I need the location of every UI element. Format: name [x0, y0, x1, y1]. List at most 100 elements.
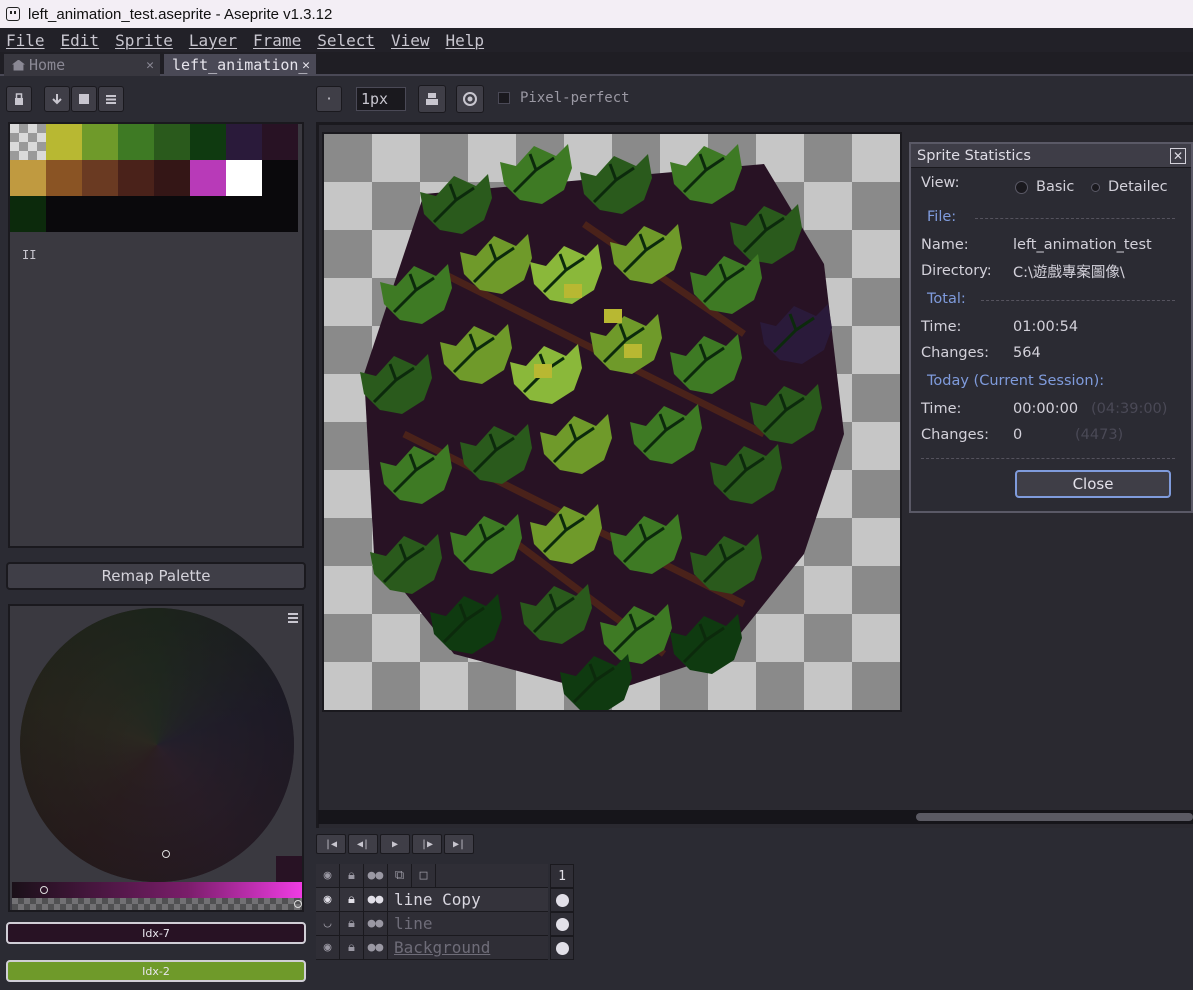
layer-name[interactable]: line Copy	[388, 890, 481, 909]
dialog-close-icon[interactable]: ✕	[1170, 148, 1186, 164]
tab-home[interactable]: Home ✕	[4, 54, 160, 76]
palette-sort-button[interactable]	[44, 86, 70, 112]
view-label: View:	[921, 175, 960, 191]
symmetry-button[interactable]	[456, 85, 484, 113]
palette-swatch[interactable]	[118, 160, 154, 196]
alpha-strip[interactable]	[12, 882, 302, 898]
layer-name[interactable]: line	[388, 914, 433, 933]
palette-swatch[interactable]	[46, 160, 82, 196]
palette-swatch[interactable]	[226, 124, 262, 160]
palette-swatch[interactable]	[154, 124, 190, 160]
layer-row[interactable]: ◉ 🔒︎ ●● line Copy	[316, 887, 548, 912]
tab-file-close-icon[interactable]: ✕	[302, 58, 310, 73]
sprite-statistics-dialog: Sprite Statistics ✕ View: Basic Detailec…	[909, 142, 1193, 513]
palette-swatch[interactable]	[262, 124, 298, 160]
palette-swatch[interactable]	[190, 124, 226, 160]
brush-type-button[interactable]: ·	[316, 86, 342, 112]
lock-header-icon[interactable]: 🔒︎	[340, 863, 364, 888]
color-wheel-corner-swatch[interactable]	[276, 856, 302, 882]
cel[interactable]	[550, 888, 574, 912]
eye-icon[interactable]: ◉	[316, 887, 340, 912]
checker-cell	[852, 470, 900, 518]
dialog-titlebar: Sprite Statistics ✕	[911, 144, 1191, 168]
cel[interactable]	[550, 936, 574, 960]
layer-row[interactable]: ◉ 🔒︎ ●● Background	[316, 935, 548, 960]
menu-help[interactable]: Help	[446, 31, 485, 50]
view-basic-option[interactable]: Basic	[1015, 176, 1074, 198]
checker-cell	[324, 278, 372, 326]
palette-swatch[interactable]	[82, 124, 118, 160]
menu-layer[interactable]: Layer	[189, 31, 237, 50]
palette-swatch[interactable]	[10, 160, 46, 196]
palette-swatch[interactable]	[10, 196, 46, 232]
play-button[interactable]: ▶	[380, 834, 410, 854]
layer-row[interactable]: ◡ 🔒︎ ●● line	[316, 911, 548, 936]
radio-detailed[interactable]	[1091, 182, 1100, 192]
layer-flow-icon[interactable]: ⧉	[388, 863, 412, 888]
background-color-button[interactable]: Idx-2	[6, 960, 306, 982]
lock-palette-button[interactable]	[6, 86, 32, 112]
lock-icon[interactable]: 🔒︎	[340, 911, 364, 936]
palette-swatch-transparent[interactable]	[10, 124, 46, 160]
menu-edit[interactable]: Edit	[61, 31, 100, 50]
lock-icon[interactable]: 🔒︎	[340, 935, 364, 960]
color-wheel-cursor[interactable]	[162, 850, 170, 858]
ink-type-button[interactable]	[418, 85, 446, 113]
eye-icon[interactable]: ◉	[316, 935, 340, 960]
menu-select[interactable]: Select	[317, 31, 375, 50]
foreground-color-button[interactable]: Idx-7	[6, 922, 306, 944]
frame-number-header[interactable]: 1	[550, 864, 574, 888]
lock-icon[interactable]: 🔒︎	[340, 887, 364, 912]
wheel-options-icon[interactable]	[288, 608, 298, 623]
alpha-strip-cursor[interactable]	[40, 886, 48, 894]
first-frame-button[interactable]: |◀	[316, 834, 346, 854]
bucket-icon	[426, 93, 438, 105]
menu-frame[interactable]: Frame	[253, 31, 301, 50]
link-icon[interactable]: ●●	[364, 911, 388, 936]
palette-swatch[interactable]	[118, 124, 154, 160]
next-frame-button[interactable]: |▶	[412, 834, 442, 854]
palette-presets-button[interactable]	[71, 86, 97, 112]
radio-basic[interactable]	[1015, 180, 1028, 194]
eye-closed-icon[interactable]: ◡	[316, 911, 340, 936]
opacity-strip-cursor[interactable]	[294, 900, 302, 908]
continuous-header-icon[interactable]: ●●	[364, 863, 388, 888]
horizontal-scrollbar-thumb[interactable]	[916, 813, 1193, 821]
previous-frame-button[interactable]: ◀|	[348, 834, 378, 854]
palette-swatch[interactable]	[262, 160, 298, 196]
checker-cell	[372, 614, 420, 662]
menu-view[interactable]: View	[391, 31, 430, 50]
link-icon[interactable]: ●●	[364, 887, 388, 912]
palette-swatch[interactable]	[190, 160, 226, 196]
palette-swatch[interactable]	[154, 160, 190, 196]
menu-file[interactable]: File	[6, 31, 45, 50]
visibility-header-icon[interactable]: ◉	[316, 863, 340, 888]
today-changes-extra: (4473)	[1075, 427, 1124, 443]
cel[interactable]	[550, 912, 574, 936]
checker-cell	[852, 614, 900, 662]
checker-cell	[852, 134, 900, 182]
layer-name[interactable]: Background	[388, 938, 490, 957]
pixel-perfect-checkbox[interactable]	[498, 92, 510, 104]
palette-swatch[interactable]	[82, 160, 118, 196]
new-layer-icon[interactable]: □	[412, 863, 436, 888]
close-button[interactable]: Close	[1015, 470, 1171, 498]
remap-palette-button[interactable]: Remap Palette	[6, 562, 306, 590]
total-changes-label: Changes:	[921, 345, 989, 361]
checker-cell	[324, 134, 372, 182]
palette-swatch[interactable]	[226, 160, 262, 196]
sprite-canvas[interactable]	[322, 132, 902, 712]
brush-size-field[interactable]: 1px	[356, 87, 406, 111]
menu-sprite[interactable]: Sprite	[115, 31, 173, 50]
view-detailed-option[interactable]: Detailec	[1091, 176, 1191, 198]
pixel-perfect-label: Pixel-perfect	[520, 90, 630, 106]
next-frame-icon: |▶	[420, 838, 434, 850]
divider	[921, 458, 1175, 459]
last-frame-button[interactable]: ▶|	[444, 834, 474, 854]
tab-file[interactable]: left_animation_ ✕	[164, 54, 316, 76]
tab-home-close-icon[interactable]: ✕	[146, 58, 154, 73]
palette-swatch[interactable]	[46, 124, 82, 160]
palette-options-button[interactable]	[98, 86, 124, 112]
opacity-strip[interactable]	[12, 898, 302, 910]
link-icon[interactable]: ●●	[364, 935, 388, 960]
